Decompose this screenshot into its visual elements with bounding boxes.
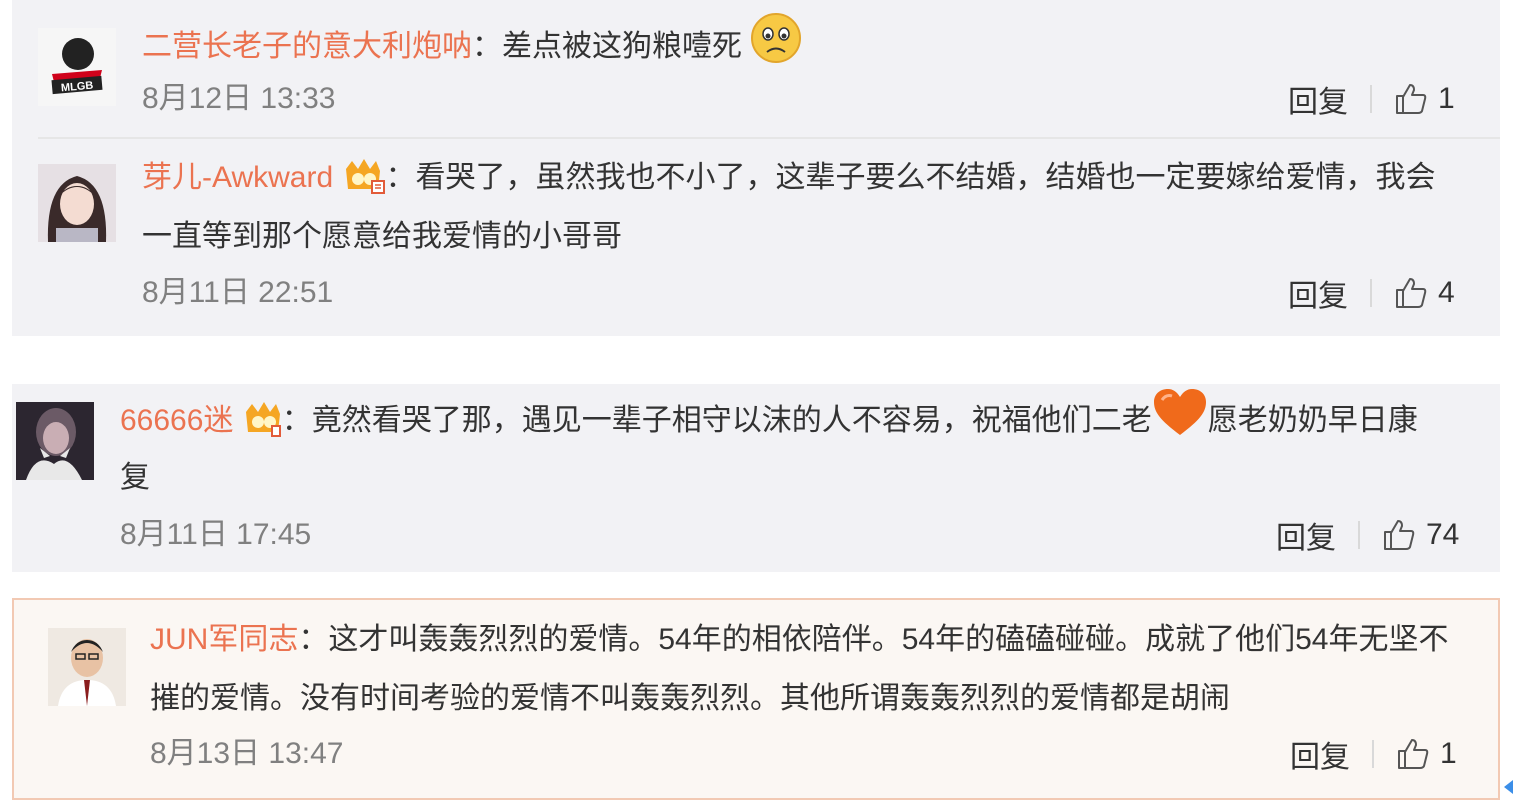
cat-avatar-image xyxy=(16,402,94,480)
mlgb-avatar-image: MLGB xyxy=(38,28,116,106)
avatar[interactable] xyxy=(38,164,116,242)
comment-actions: 回复 74 xyxy=(1276,517,1460,555)
comment-time: 8月12日 13:33 xyxy=(142,82,336,115)
comment-actions: 回复 1 xyxy=(1290,736,1457,774)
avatar[interactable] xyxy=(16,402,94,480)
scroll-arrow-icon[interactable] xyxy=(1504,780,1513,794)
comment-text-line: 一直等到那个愿意给我爱情的小哥哥 xyxy=(142,220,622,253)
username-link[interactable]: 二营长老子的意大利炮呐 xyxy=(142,30,472,63)
vip-crown-badge xyxy=(242,399,282,459)
reply-button[interactable]: 回复 xyxy=(1276,513,1336,557)
like-thumb-icon[interactable] xyxy=(1382,518,1416,552)
comment-body: ：这才叫轰轰烈烈的爱情。54年的相依陪伴。54年的磕磕碰碰。成就了他们54年无坚… xyxy=(298,623,1449,656)
comment-body: ：看哭了，虽然我也不小了，这辈子要么不结婚，结婚也一定要嫁给爱情，我会 xyxy=(385,161,1436,194)
comment-body: ：差点被这狗粮噎死 xyxy=(472,30,742,63)
like-count: 74 xyxy=(1426,518,1460,551)
action-separator xyxy=(1370,85,1372,113)
comment-text-line: 芽儿-Awkward ：看哭了，虽然我也不小了，这辈子要么不结婚，结婚也一定要嫁… xyxy=(142,148,1436,216)
like-thumb-icon[interactable] xyxy=(1394,276,1428,310)
comment-time: 8月11日 22:51 xyxy=(142,276,334,309)
action-separator xyxy=(1358,521,1360,549)
action-separator xyxy=(1372,740,1374,768)
comment-actions: 回复 4 xyxy=(1288,275,1455,313)
man-avatar-image xyxy=(48,628,126,706)
sad-face-emoji xyxy=(750,12,802,85)
avatar[interactable]: MLGB xyxy=(38,28,116,106)
comment-text-line: 66666迷 ：竟然看哭了那，遇见一辈子相守以沫的人不容易，祝福他们二老 愿老奶… xyxy=(120,388,1418,459)
like-thumb-icon[interactable] xyxy=(1394,82,1428,116)
comment-text-line: 二营长老子的意大利炮呐：差点被这狗粮噎死 xyxy=(142,12,802,85)
comment-time: 8月11日 17:45 xyxy=(120,518,312,551)
avatar[interactable] xyxy=(48,628,126,706)
reply-button[interactable]: 回复 xyxy=(1288,271,1348,315)
comment-body: ：竟然看哭了那，遇见一辈子相守以沫的人不容易，祝福他们二老 xyxy=(281,404,1152,437)
reply-button[interactable]: 回复 xyxy=(1288,77,1348,121)
comment-text-line: 摧的爱情。没有时间考验的爱情不叫轰轰烈烈。其他所谓轰轰烈烈的爱情都是胡闹 xyxy=(150,682,1230,715)
like-count: 1 xyxy=(1438,82,1455,115)
username-link[interactable]: 66666迷 xyxy=(120,404,233,437)
username-link[interactable]: 芽儿-Awkward xyxy=(142,161,333,194)
like-count: 1 xyxy=(1440,737,1457,770)
comment-actions: 回复 1 xyxy=(1288,81,1455,119)
comment-time: 8月13日 13:47 xyxy=(150,737,344,770)
heart-emoji xyxy=(1152,388,1208,459)
girl-avatar-image xyxy=(38,164,116,242)
action-separator xyxy=(1370,279,1372,307)
reply-button[interactable]: 回复 xyxy=(1290,732,1350,776)
comment-text-line: JUN军同志：这才叫轰轰烈烈的爱情。54年的相依陪伴。54年的磕磕碰碰。成就了他… xyxy=(150,610,1448,670)
comment-text-line: 复 xyxy=(120,461,150,494)
divider xyxy=(38,137,1500,139)
comment-body-cont: 愿老奶奶早日康 xyxy=(1207,404,1418,437)
like-thumb-icon[interactable] xyxy=(1396,737,1430,771)
username-link[interactable]: JUN军同志 xyxy=(150,623,298,656)
like-count: 4 xyxy=(1438,276,1455,309)
